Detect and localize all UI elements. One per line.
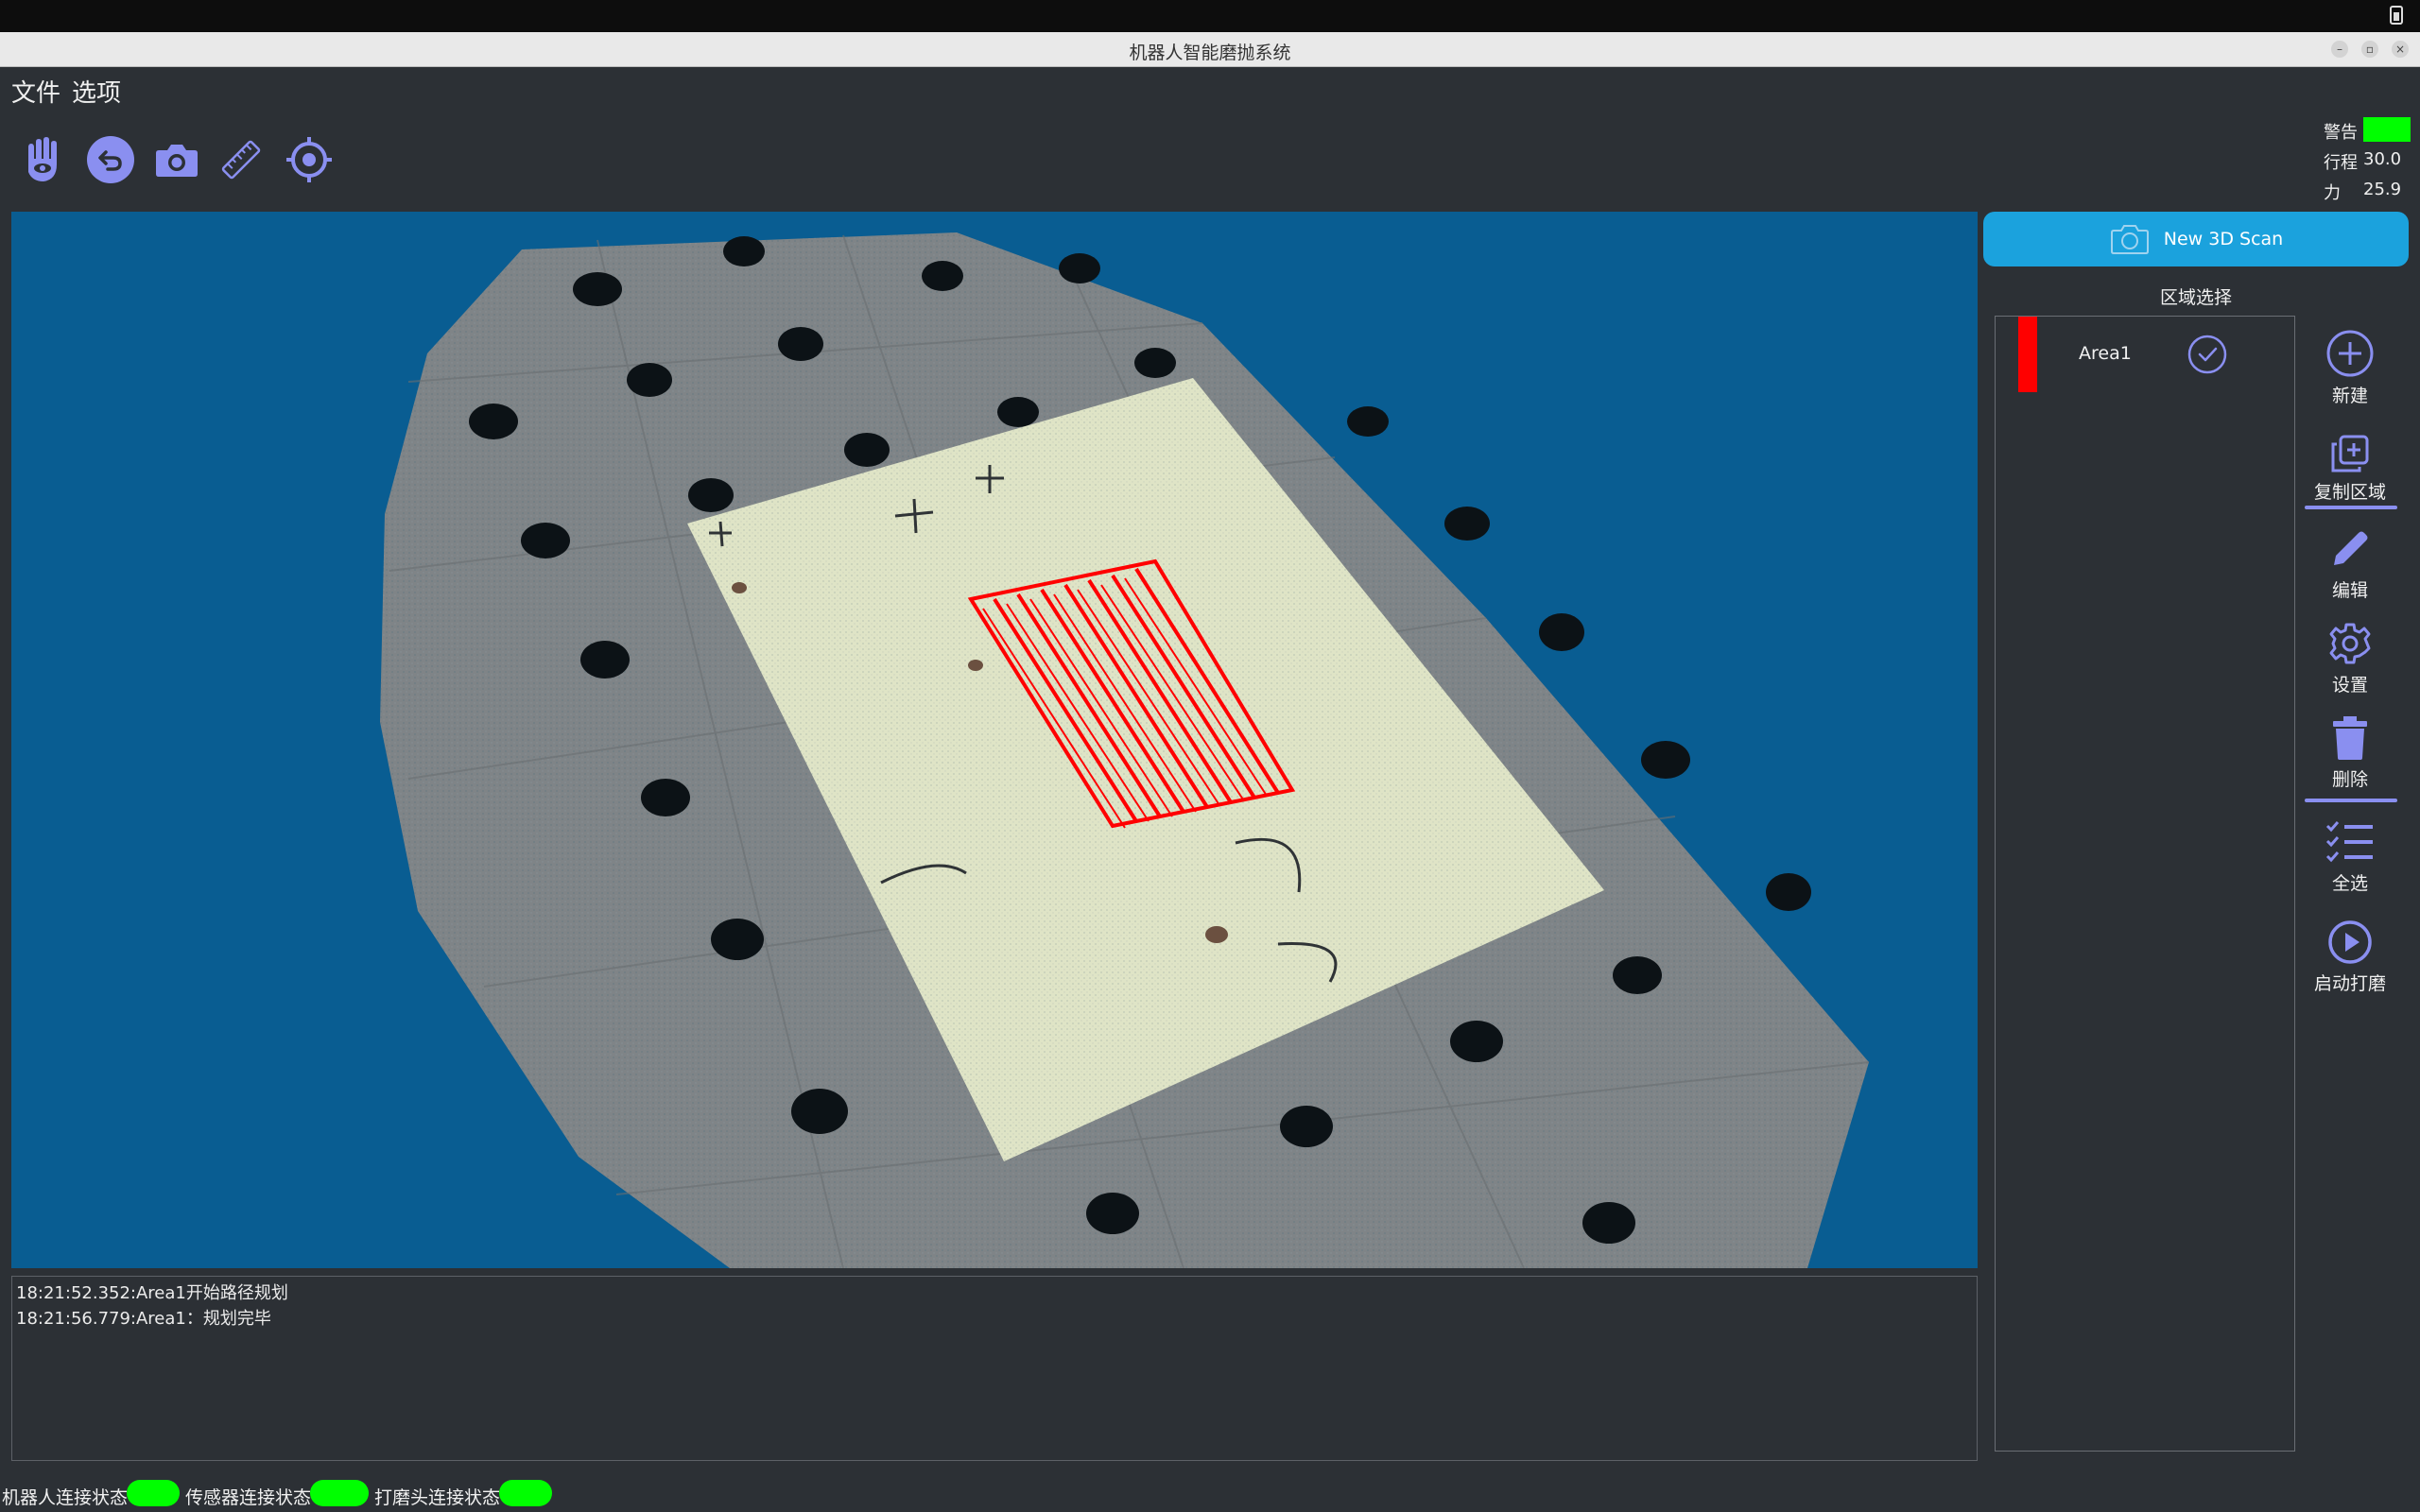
- select-all-button[interactable]: 全选: [2303, 809, 2397, 895]
- head-connection-label: 打磨头连接状态: [374, 1487, 501, 1508]
- hand-eye-button[interactable]: [17, 132, 72, 187]
- point-cloud-render: [380, 232, 1870, 1268]
- start-polishing-label: 启动打磨: [2313, 973, 2386, 994]
- system-top-bar: [0, 0, 2420, 32]
- warning-indicator: [2363, 117, 2411, 142]
- window-titlebar: 机器人智能磨抛系统 – ▫ ×: [0, 32, 2420, 67]
- gear-icon: [2329, 623, 2371, 664]
- menu-file[interactable]: 文件: [11, 74, 60, 109]
- measure-button[interactable]: [214, 132, 268, 187]
- robot-connection-label: 机器人连接状态: [2, 1487, 129, 1508]
- ruler-icon: [221, 140, 261, 180]
- locate-button[interactable]: [282, 132, 337, 187]
- new-3d-scan-button[interactable]: New 3D Scan: [1983, 212, 2409, 266]
- menu-options[interactable]: 选项: [72, 74, 121, 109]
- check-circle-icon[interactable]: [2187, 334, 2228, 375]
- log-line: 18:21:52.352:Area1开始路径规划: [16, 1283, 288, 1303]
- point-cloud-viewport[interactable]: [11, 212, 1978, 1268]
- settings-button[interactable]: 设置: [2303, 610, 2397, 696]
- edit-button[interactable]: 编辑: [2303, 516, 2397, 602]
- minimize-button[interactable]: –: [2331, 41, 2348, 58]
- target-icon: [286, 137, 332, 182]
- separator: [2305, 799, 2397, 802]
- select-all-label: 全选: [2331, 873, 2368, 894]
- delete-button[interactable]: 删除: [2303, 705, 2397, 791]
- new-area-label: 新建: [2331, 386, 2368, 406]
- copy-area-button[interactable]: 复制区域: [2303, 418, 2397, 504]
- area-selection-title: 区域选择: [2159, 287, 2232, 308]
- log-line: 18:21:56.779:Area1：规划完毕: [16, 1309, 271, 1329]
- plus-circle-icon: [2326, 330, 2374, 377]
- log-console: 18:21:52.352:Area1开始路径规划 18:21:56.779:Ar…: [11, 1276, 1978, 1461]
- menu-bar: 文件 选项: [0, 66, 2420, 112]
- undo-icon: [87, 136, 134, 183]
- head-connection-indicator: [499, 1480, 552, 1506]
- camera-icon: [2110, 225, 2149, 254]
- undo-button[interactable]: [83, 132, 138, 187]
- close-button[interactable]: ×: [2392, 41, 2409, 58]
- window-title: 机器人智能磨抛系统: [1129, 43, 1291, 63]
- force-label: 力: [2324, 183, 2341, 203]
- delete-label: 删除: [2331, 769, 2368, 790]
- copy-icon: [2331, 435, 2369, 472]
- stroke-value: 30.0: [2363, 149, 2402, 169]
- settings-label: 设置: [2331, 675, 2368, 696]
- area-color-swatch: [2018, 317, 2037, 392]
- force-value: 25.9: [2363, 180, 2402, 199]
- camera-button[interactable]: [149, 132, 204, 187]
- start-polishing-button[interactable]: 启动打磨: [2303, 909, 2397, 995]
- list-item[interactable]: Area1: [2018, 317, 2273, 392]
- area-name: Area1: [2079, 343, 2132, 364]
- edit-label: 编辑: [2331, 580, 2368, 601]
- pencil-icon: [2334, 531, 2368, 565]
- area-list: Area1: [1995, 316, 2295, 1452]
- separator: [2305, 506, 2397, 509]
- stroke-label: 行程: [2324, 153, 2358, 173]
- connection-status-bar: 机器人连接状态 传感器连接状态 打磨头连接状态: [0, 1476, 2420, 1512]
- maximize-button[interactable]: ▫: [2361, 41, 2378, 58]
- copy-area-label: 复制区域: [2313, 482, 2386, 503]
- sensor-connection-indicator: [310, 1480, 369, 1506]
- new-3d-scan-label: New 3D Scan: [2163, 229, 2284, 249]
- sensor-connection-label: 传感器连接状态: [185, 1487, 312, 1508]
- warning-label: 警告: [2324, 123, 2358, 143]
- play-circle-icon: [2328, 920, 2372, 964]
- camera-icon: [156, 145, 198, 177]
- battery-icon: [2390, 6, 2403, 25]
- new-area-button[interactable]: 新建: [2303, 321, 2397, 407]
- robot-connection-indicator: [127, 1480, 180, 1506]
- trash-icon: [2333, 716, 2367, 760]
- checklist-icon: [2325, 821, 2373, 863]
- hand-eye-icon: [28, 137, 57, 181]
